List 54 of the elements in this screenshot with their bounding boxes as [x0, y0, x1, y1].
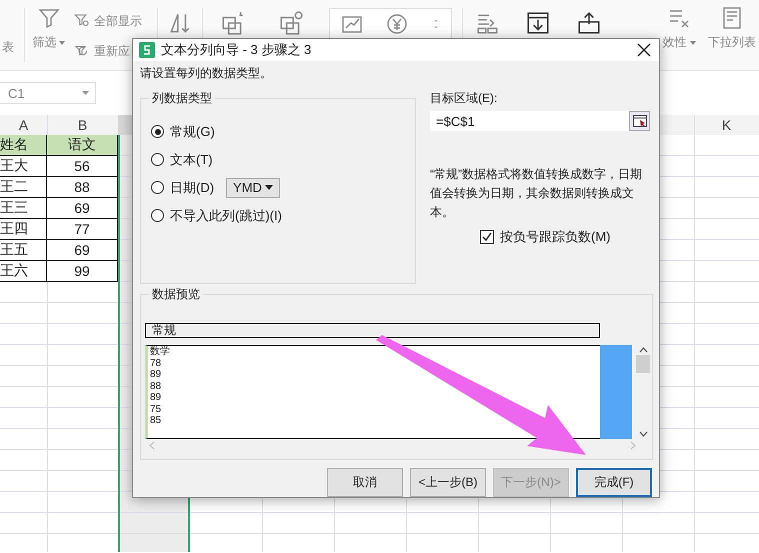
scroll-up-icon[interactable]	[638, 347, 648, 353]
table-cell: 姓名	[0, 135, 47, 156]
target-label: 目标区域(E):	[430, 90, 498, 107]
preview-list: 数学 78 89 88 89 75 85	[145, 345, 600, 439]
validation-button[interactable]: 效性	[662, 34, 687, 51]
radio-label[interactable]: 日期(D)	[170, 178, 214, 196]
name-box[interactable]: C1	[0, 82, 96, 104]
caret-icon[interactable]	[265, 185, 274, 190]
radio-label[interactable]: 不导入此列(跳过)(I)	[170, 206, 282, 224]
spin-box[interactable]	[328, 8, 452, 40]
checkbox[interactable]	[480, 230, 494, 244]
dialog-title: 文本分列向导 - 3 步骤之 3	[161, 41, 312, 59]
scroll-down-icon[interactable]	[638, 431, 648, 437]
table-cell: 99	[47, 261, 118, 282]
column-header[interactable]: A	[0, 115, 47, 135]
dialog-button[interactable]: 取消	[327, 468, 403, 497]
dialog-button[interactable]: 完成(F)	[576, 468, 652, 497]
dialog-button[interactable]: <上一步(B)	[410, 468, 486, 497]
preview-column-header: 常规	[145, 323, 600, 338]
radio-label[interactable]: 常规(G)	[170, 122, 215, 140]
group-title: 数据预览	[149, 286, 203, 303]
table-cell: 王二	[0, 177, 47, 198]
table-cell: 56	[47, 156, 118, 177]
table-cell: 88	[47, 177, 118, 198]
yen-icon[interactable]	[385, 12, 410, 36]
table-cell: 69	[47, 240, 118, 261]
group-title: 列数据类型	[149, 90, 215, 107]
checkbox-label[interactable]: 按负号跟踪负数(M)	[500, 228, 610, 246]
radio-button[interactable]	[151, 181, 164, 194]
table-cell: 王六	[0, 261, 47, 282]
import-icon[interactable]	[525, 10, 552, 36]
export-icon[interactable]	[576, 10, 602, 36]
table-cell: 69	[47, 198, 118, 219]
range-picker-icon[interactable]	[629, 111, 650, 131]
radio-button[interactable]	[151, 125, 164, 138]
table-cell: 王四	[0, 219, 47, 240]
description-text: “常规”数据格式将数值转换成数字，日期值会转换为日期，其余数据则转换成文本。	[430, 166, 643, 221]
table-cell: 王三	[0, 198, 47, 219]
target-field[interactable]: =$C$1	[430, 111, 650, 131]
instruction-text: 请设置每列的数据类型。	[140, 65, 273, 82]
table-cell: 77	[47, 219, 118, 240]
scrollbar-thumb[interactable]	[636, 355, 650, 373]
close-icon[interactable]	[637, 43, 651, 57]
table-cell: 语文	[47, 135, 118, 156]
radio-label[interactable]: 文本(T)	[170, 150, 213, 168]
scrollbar[interactable]	[635, 345, 651, 439]
table-cell: 王五	[0, 240, 47, 261]
radio-button[interactable]	[151, 209, 164, 222]
date-format-dropdown[interactable]: YMD	[226, 178, 280, 198]
app-logo-icon	[139, 42, 155, 58]
column-header[interactable]: B	[47, 115, 118, 135]
radio-button[interactable]	[151, 153, 164, 166]
table-cell: 王大	[0, 156, 47, 177]
column-header[interactable]: K	[694, 115, 759, 135]
